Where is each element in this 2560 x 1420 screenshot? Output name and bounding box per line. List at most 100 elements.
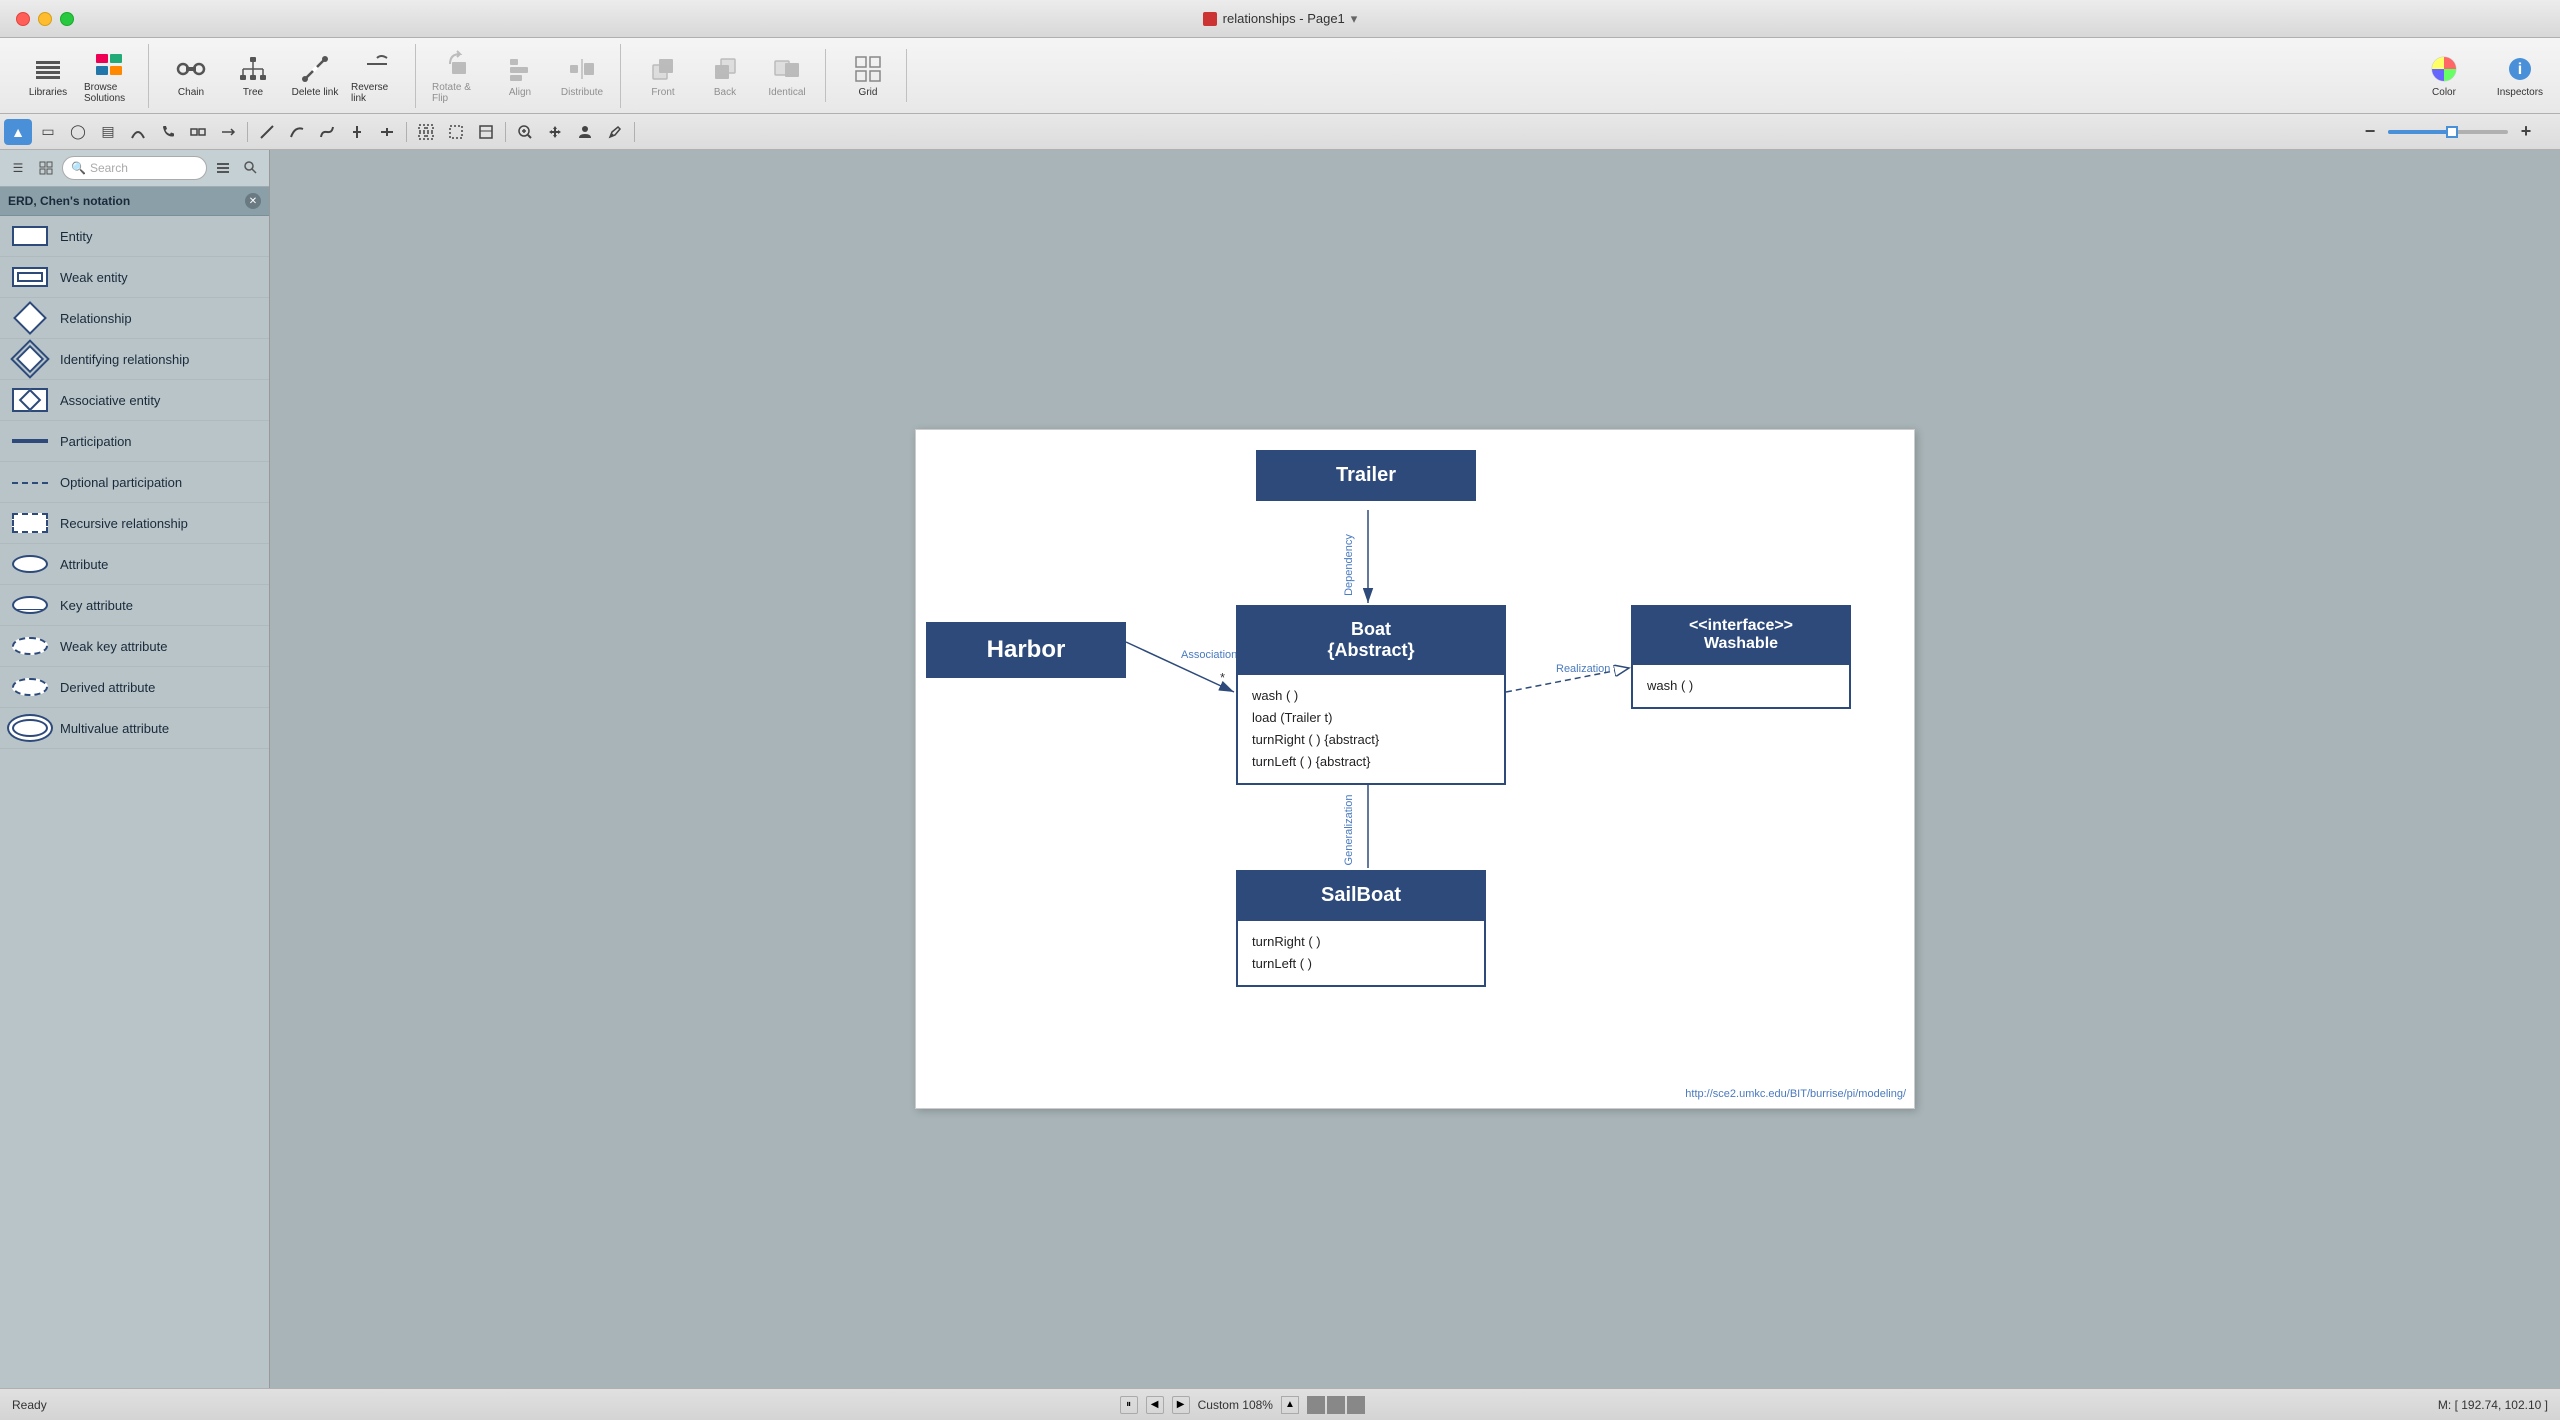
washable-header-line1: <<interface>> — [1649, 617, 1833, 635]
sidebar-item-derived-attribute[interactable]: Derived attribute — [0, 667, 269, 708]
prev-page-button[interactable]: ◀ — [1146, 1396, 1164, 1414]
tools-bar: ▲ ▭ ◯ ▤ — [0, 114, 2560, 150]
sidebar-item-relationship[interactable]: Relationship — [0, 298, 269, 339]
reverse-link-button[interactable]: Reverse link — [347, 44, 407, 108]
curve-tool[interactable] — [283, 119, 311, 145]
browse-solutions-button[interactable]: Browse Solutions — [80, 44, 140, 108]
sidebar-menu-button[interactable]: ☰ — [6, 156, 30, 180]
minimize-button[interactable] — [38, 12, 52, 26]
toolbar-group-view: Grid — [830, 49, 907, 102]
sidebar-grid-button[interactable] — [34, 156, 58, 180]
front-button[interactable]: Front — [633, 49, 693, 102]
trailer-node[interactable]: Trailer — [1256, 450, 1476, 501]
sidebar-list-view[interactable] — [211, 156, 235, 180]
sidebar-item-weak-key-attribute[interactable]: Weak key attribute — [0, 626, 269, 667]
attribution-link[interactable]: http://sce2.umkc.edu/BIT/burrise/pi/mode… — [1685, 1088, 1906, 1100]
boat-header-line2: {Abstract} — [1254, 640, 1488, 661]
sailboat-node[interactable]: SailBoat turnRight ( ) turnLeft ( ) — [1236, 870, 1486, 987]
table2-tool[interactable] — [472, 119, 500, 145]
sailboat-method-1: turnRight ( ) — [1252, 931, 1470, 953]
rect-tool[interactable]: ▭ — [34, 119, 62, 145]
vertical-line-tool[interactable] — [343, 119, 371, 145]
key-attribute-icon — [10, 591, 50, 619]
sidebar-item-attribute[interactable]: Attribute — [0, 544, 269, 585]
sidebar-toolbar: ☰ 🔍 Search — [0, 150, 269, 187]
close-button[interactable] — [16, 12, 30, 26]
status-bar: Ready ⏸ ◀ ▶ Custom 108% ▲ M: [ 192.74, 1… — [0, 1388, 2560, 1420]
connector1-tool[interactable] — [184, 119, 212, 145]
select-tool[interactable]: ▲ — [4, 119, 32, 145]
diagram-canvas[interactable]: Dependency Association * Realization Gen… — [915, 429, 1915, 1109]
relationship-label: Relationship — [60, 311, 132, 326]
sidebar-item-recursive-relationship[interactable]: Recursive relationship — [0, 503, 269, 544]
view-full-button[interactable] — [1347, 1396, 1365, 1414]
libraries-button[interactable]: Libraries — [18, 49, 78, 102]
pan-tool[interactable] — [541, 119, 569, 145]
boat-node[interactable]: Boat {Abstract} wash ( ) load (Trailer t… — [1236, 605, 1506, 785]
sidebar-item-multivalue-attribute[interactable]: Multivalue attribute — [0, 708, 269, 749]
sidebar-item-identifying-relationship[interactable]: Identifying relationship — [0, 339, 269, 380]
sidebar-item-entity[interactable]: Entity — [0, 216, 269, 257]
zoom-out-button[interactable]: − — [2356, 119, 2384, 145]
zoom-level: Custom 108% — [1198, 1398, 1273, 1412]
connector2-tool[interactable] — [214, 119, 242, 145]
maximize-button[interactable] — [60, 12, 74, 26]
grid-button[interactable]: Grid — [838, 49, 898, 102]
delete-link-button[interactable]: Delete link — [285, 49, 345, 102]
zoom-slider-track[interactable] — [2388, 130, 2508, 134]
zoom-slider-thumb[interactable] — [2446, 126, 2458, 138]
search-box[interactable]: 🔍 Search — [62, 156, 207, 180]
inspectors-button[interactable]: i Inspectors — [2490, 49, 2550, 102]
sidebar-close-button[interactable]: ✕ — [245, 193, 261, 209]
ellipse-tool[interactable]: ◯ — [64, 119, 92, 145]
ungroup-tool[interactable] — [442, 119, 470, 145]
grid-icon — [852, 53, 884, 85]
dependency-label: Dependency — [1343, 534, 1355, 596]
next-page-button[interactable]: ▶ — [1172, 1396, 1190, 1414]
sidebar-header: ERD, Chen's notation ✕ — [0, 187, 269, 216]
sidebar-item-key-attribute[interactable]: Key attribute — [0, 585, 269, 626]
washable-node[interactable]: <<interface>> Washable wash ( ) — [1631, 605, 1851, 709]
group-tool[interactable] — [412, 119, 440, 145]
pen-tool[interactable] — [601, 119, 629, 145]
color-button[interactable]: Color — [2414, 49, 2474, 102]
washable-method-1: wash ( ) — [1647, 675, 1835, 697]
sidebar-item-optional-participation[interactable]: Optional participation — [0, 462, 269, 503]
view-toggle — [1307, 1396, 1365, 1414]
phone-tool[interactable] — [154, 119, 182, 145]
back-button[interactable]: Back — [695, 49, 755, 102]
back-icon — [709, 53, 741, 85]
toolbar-group-order: Front Back Identical — [625, 49, 826, 102]
sidebar-search-button[interactable] — [239, 156, 263, 180]
zoom-controls: − + — [2356, 119, 2540, 145]
spline-tool[interactable] — [313, 119, 341, 145]
weak-entity-icon — [10, 263, 50, 291]
sailboat-method-2: turnLeft ( ) — [1252, 953, 1470, 975]
zoom-up-button[interactable]: ▲ — [1281, 1396, 1299, 1414]
entity-label: Entity — [60, 229, 93, 244]
sidebar-item-participation[interactable]: Participation — [0, 421, 269, 462]
distribute-button[interactable]: Distribute — [552, 49, 612, 102]
rotate-flip-button[interactable]: Rotate & Flip — [428, 44, 488, 108]
toolbar-group-library: Libraries Browse Solutions — [10, 44, 149, 108]
harbor-node[interactable]: Harbor — [926, 622, 1126, 678]
main-toolbar: Libraries Browse Solutions Chain Tree — [0, 38, 2560, 114]
pause-button[interactable]: ⏸ — [1120, 1396, 1138, 1414]
horizontal-line-tool[interactable] — [373, 119, 401, 145]
arc-tool[interactable] — [124, 119, 152, 145]
toolbar-right: Color i Inspectors — [2414, 49, 2550, 102]
view-normal-button[interactable] — [1307, 1396, 1325, 1414]
view-fit-button[interactable] — [1327, 1396, 1345, 1414]
line-tool[interactable] — [253, 119, 281, 145]
sidebar-item-weak-entity[interactable]: Weak entity — [0, 257, 269, 298]
chain-button[interactable]: Chain — [161, 49, 221, 102]
user-tool[interactable] — [571, 119, 599, 145]
zoom-in-tool[interactable] — [511, 119, 539, 145]
identical-button[interactable]: Identical — [757, 49, 817, 102]
zoom-in-button[interactable]: + — [2512, 119, 2540, 145]
align-button[interactable]: Align — [490, 49, 550, 102]
tree-button[interactable]: Tree — [223, 49, 283, 102]
table-tool[interactable]: ▤ — [94, 119, 122, 145]
sidebar-item-associative-entity[interactable]: Associative entity — [0, 380, 269, 421]
identical-icon — [771, 53, 803, 85]
